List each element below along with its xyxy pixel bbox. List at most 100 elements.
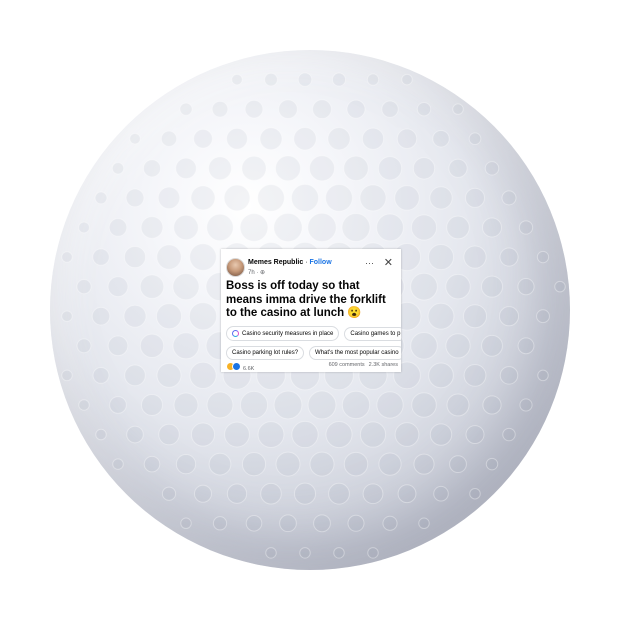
dimple — [427, 244, 455, 271]
dimple — [241, 155, 267, 181]
dimple — [223, 184, 251, 212]
dimple — [257, 421, 285, 448]
dimple — [139, 333, 165, 358]
dimple — [411, 392, 437, 418]
post-card: Memes Republic · Follow 7h · ⊕ ··· ✕ Bos… — [221, 249, 401, 372]
dimple — [157, 186, 181, 210]
dimple — [208, 156, 232, 181]
dimple — [401, 73, 413, 86]
dimple — [290, 183, 320, 212]
comments-count[interactable]: 609 comments — [329, 362, 365, 368]
dimple — [448, 158, 468, 178]
dimple — [343, 451, 369, 477]
dimple — [325, 421, 353, 449]
dimple — [108, 218, 128, 237]
dimple — [325, 183, 353, 212]
dimple — [427, 302, 455, 330]
dimple — [206, 213, 234, 242]
dimple — [484, 161, 500, 176]
suggestion-row-1: Casino security measures in place Casino … — [226, 326, 401, 341]
suggestion-row-2: Casino parking lot rules? What's the most… — [226, 346, 401, 360]
post-timestamp: 7h · ⊕ — [248, 270, 266, 276]
dimple — [376, 213, 404, 242]
dimple — [536, 309, 550, 324]
dimple — [410, 272, 438, 301]
dimple — [179, 102, 193, 116]
dimple — [297, 72, 313, 87]
dimple — [366, 73, 380, 86]
dimple — [331, 72, 347, 87]
dimple — [158, 423, 180, 446]
dimple — [517, 337, 535, 355]
dimple — [418, 517, 430, 530]
dimple — [160, 130, 178, 147]
dimple — [190, 185, 216, 211]
dimple — [333, 547, 345, 559]
dimple — [123, 245, 147, 269]
dimple — [142, 159, 162, 178]
suggestion-chip[interactable]: Casino security measures in place — [226, 326, 340, 341]
dimple — [109, 396, 127, 414]
more-options-icon[interactable]: ··· — [365, 258, 374, 268]
dimple — [481, 334, 503, 357]
suggestion-label: Casino security measures in place — [242, 331, 334, 337]
dimple — [482, 217, 502, 238]
dimple — [264, 72, 278, 87]
shares-count[interactable]: 2.3K shares — [369, 362, 398, 368]
dimple — [244, 99, 264, 119]
suggestion-label: Casino games to p — [350, 331, 401, 337]
like-reaction-icon — [232, 362, 241, 371]
dimple — [257, 184, 285, 212]
dimple — [226, 127, 248, 150]
close-icon[interactable]: ✕ — [384, 256, 393, 269]
dimple — [480, 275, 504, 298]
dimple — [175, 157, 197, 180]
dimple — [78, 399, 90, 411]
dimple — [445, 273, 471, 300]
dimple — [275, 155, 301, 182]
dimple — [341, 213, 371, 242]
reactions-summary[interactable]: 6.6K — [226, 362, 254, 372]
dimple — [341, 390, 371, 420]
post-footer: 6.6K 609 comments 2.3K shares — [226, 362, 398, 372]
dimple — [307, 212, 337, 243]
reaction-count: 6.6K — [243, 366, 255, 372]
dimple — [308, 155, 336, 182]
dimple — [156, 244, 182, 270]
dimple — [279, 514, 297, 533]
dimple — [396, 128, 418, 149]
dimple — [91, 306, 111, 326]
dimple — [161, 486, 177, 501]
profile-avatar[interactable] — [226, 258, 245, 277]
author-name[interactable]: Memes Republic — [248, 259, 303, 266]
dimple — [469, 487, 481, 500]
dimple — [92, 248, 110, 266]
follow-button[interactable]: Follow — [309, 259, 331, 266]
dimple — [359, 421, 387, 448]
suggestion-chip[interactable]: Casino games to p — [344, 327, 401, 341]
dimple — [76, 338, 92, 354]
suggestion-label: What's the most popular casino — [315, 350, 399, 356]
dimple — [188, 302, 218, 331]
suggestion-label: Casino parking lot rules? — [232, 350, 299, 356]
dimple — [259, 127, 283, 151]
suggestion-chip[interactable]: What's the most popular casino — [309, 346, 401, 360]
dimple — [299, 547, 311, 559]
engagement-stats: 609 comments 2.3K shares — [329, 362, 398, 368]
dimple — [537, 369, 549, 382]
dimple — [429, 186, 453, 210]
suggestion-chip[interactable]: Casino parking lot rules? — [226, 346, 305, 360]
dimple — [501, 190, 517, 206]
dimple — [517, 278, 535, 296]
post-header: Memes Republic · Follow 7h · ⊕ ··· ✕ — [226, 256, 396, 280]
dimple — [359, 184, 387, 212]
dimple — [428, 362, 454, 389]
dimple — [464, 187, 486, 208]
dimple — [189, 361, 217, 389]
dimple — [172, 273, 200, 301]
dimple — [446, 393, 470, 417]
dimple — [194, 484, 212, 503]
dimple — [346, 99, 366, 119]
dimple — [377, 156, 403, 181]
dimple — [125, 188, 145, 208]
